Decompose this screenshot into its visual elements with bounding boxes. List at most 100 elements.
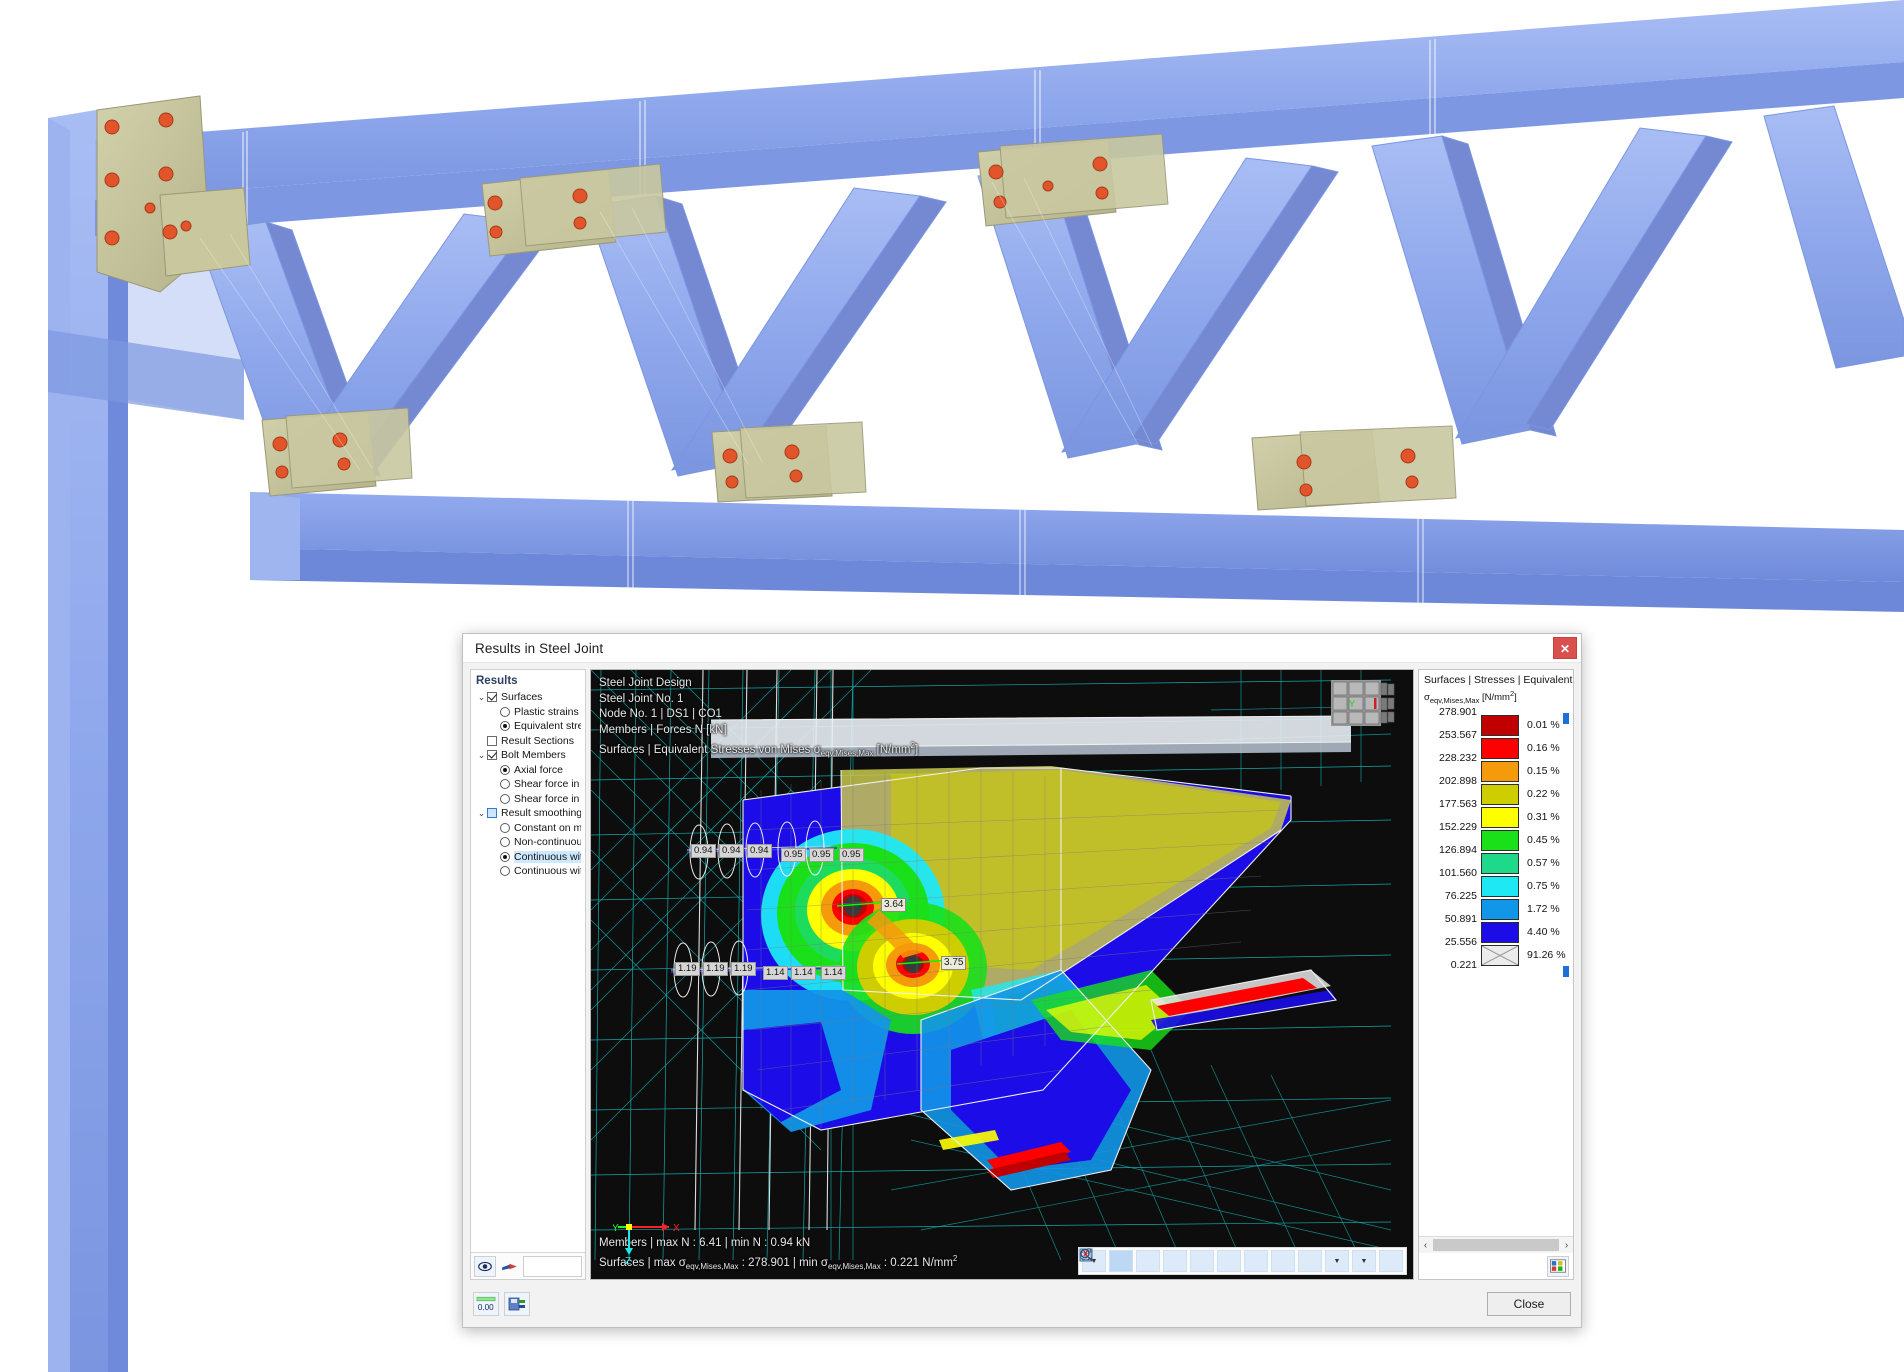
scroll-left-arrow-icon[interactable]: ‹ <box>1419 1240 1432 1251</box>
legend-percent: 0.45 % <box>1527 834 1560 847</box>
tree-item-axial-force[interactable]: Axial force <box>476 763 581 778</box>
tree-item-surfaces[interactable]: ⌄ Surfaces <box>476 690 581 705</box>
legend-swatch <box>1481 807 1519 829</box>
legend-swatch-empty <box>1481 945 1519 967</box>
radio-continuous-within-all[interactable] <box>500 866 510 877</box>
tree-item-bolt-members[interactable]: ⌄ Bolt Members <box>476 748 581 763</box>
navigation-cube[interactable]: -Y <box>1331 680 1395 728</box>
3d-results-viewport[interactable]: Steel Joint Design Steel Joint No. 1 Nod… <box>590 669 1414 1280</box>
legend-value: 76.225 <box>1444 890 1477 903</box>
legend-value: 202.898 <box>1439 775 1477 788</box>
view-y-button[interactable]: Y <box>1080 1249 1268 1272</box>
legend-value: 253.567 <box>1439 729 1477 742</box>
member-force-label: 0.94 <box>747 844 772 858</box>
legend-row-last: 0.221 <box>1419 959 1573 989</box>
legend-scale[interactable]: 278.901 0.01 % 253.567 0.16 % 228.232 0.… <box>1419 706 1573 1236</box>
sigma-symbol: σ <box>813 743 821 756</box>
view-x-button[interactable]: X <box>1080 1249 1241 1272</box>
radio-continuous-within-surfaces[interactable] <box>500 851 510 862</box>
tree-item-plastic-strains[interactable]: Plastic strains <box>476 705 581 720</box>
box-view-button[interactable]: ▼ <box>1080 1248 1376 1272</box>
legend-percent: 0.22 % <box>1527 788 1560 801</box>
tree-item-shear-force-1[interactable]: Shear force in directi… <box>476 777 581 792</box>
radio-equivalent-stress[interactable] <box>500 721 510 732</box>
member-force-label: 0.95 <box>839 848 864 862</box>
tree-item-label: Shear force in directi… <box>514 778 581 791</box>
checkbox-result-sections[interactable] <box>487 735 497 746</box>
legend-swatch <box>1481 853 1519 875</box>
save-view-icon[interactable] <box>504 1291 530 1316</box>
legend-unit-close: ] <box>1514 692 1517 704</box>
chevron-down-icon[interactable]: ⌄ <box>476 750 487 761</box>
surface-display-button[interactable] <box>1080 1248 1214 1272</box>
member-force-label: 0.94 <box>691 844 716 858</box>
view-iso-button[interactable]: Z <box>1081 1249 1322 1272</box>
member-force-label: 1.14 <box>791 966 816 980</box>
tree-item-result-smoothing[interactable]: ⌄ Result smoothing <box>476 806 581 821</box>
scroll-right-arrow-icon[interactable]: › <box>1560 1240 1573 1251</box>
results-tree-panel: Results ⌄ Surfaces Plastic strains Equiv… <box>470 669 586 1280</box>
legend-percent: 0.31 % <box>1527 811 1560 824</box>
tree-item-label: Constant on mesh el… <box>514 821 581 834</box>
tree-item-continuous-within-surfaces[interactable]: Continuous within su… <box>476 850 581 865</box>
svg-text:Z: Z <box>625 1256 631 1265</box>
tree-item-non-continuous[interactable]: Non-continuous <box>476 835 581 850</box>
wireframe-button[interactable] <box>1079 1248 1133 1272</box>
view-z-button[interactable]: Z <box>1080 1249 1295 1272</box>
radio-axial-force[interactable] <box>500 764 510 775</box>
close-button[interactable]: Close <box>1487 1291 1571 1316</box>
checkbox-surfaces[interactable] <box>487 692 497 703</box>
viewport-toolbar[interactable]: ▼ X <box>1078 1247 1407 1275</box>
chevron-down-icon[interactable]: ⌄ <box>476 808 487 819</box>
checkbox-bolt-members[interactable] <box>487 750 497 761</box>
radio-plastic-strains[interactable] <box>500 706 510 717</box>
tree-item-constant-on-mesh[interactable]: Constant on mesh el… <box>476 821 581 836</box>
footer-exponent: 2 <box>952 1254 958 1264</box>
legend-row: 76.225 1.72 % <box>1419 890 1573 921</box>
tree-item-continuous-within-all[interactable]: Continuous within all… <box>476 864 581 879</box>
legend-value: 228.232 <box>1439 752 1477 765</box>
support-display-button[interactable] <box>1081 1248 1160 1272</box>
legend-value: 278.901 <box>1439 706 1477 719</box>
legend-swatch <box>1481 784 1519 806</box>
tree-item-equivalent-stress[interactable]: Equivalent stress <box>476 719 581 734</box>
legend-value: 152.229 <box>1439 821 1477 834</box>
screen-root: Results in Steel Joint ✕ Results ⌄ Surfa… <box>0 0 1904 1372</box>
legend-percent: 0.16 % <box>1527 742 1560 755</box>
sigma-subscript: eqv,Mises,Max <box>820 749 874 759</box>
viewport-header-line-1: Steel Joint Design <box>599 677 692 689</box>
scroll-thumb[interactable] <box>1433 1239 1559 1251</box>
load-display-button[interactable] <box>1081 1248 1187 1272</box>
legend-row: 25.556 91.26 % <box>1419 936 1573 967</box>
numeric-values-button[interactable]: 0.00 <box>473 1291 499 1316</box>
eye-icon[interactable] <box>474 1255 496 1277</box>
legend-value: 50.891 <box>1444 913 1477 926</box>
legend-panel: Surfaces | Stresses | Equivalent St σeqv… <box>1418 669 1574 1280</box>
legend-title: Surfaces | Stresses | Equivalent St σeqv… <box>1419 670 1573 707</box>
radio-shear-force-1[interactable] <box>500 779 510 790</box>
tree-item-label: Continuous within all… <box>514 865 581 878</box>
member-force-label: 1.19 <box>703 962 728 976</box>
magnifier-icon[interactable] <box>1080 1248 1403 1272</box>
legend-percent: 0.57 % <box>1527 857 1560 870</box>
clipping-plane-icon[interactable] <box>498 1256 520 1277</box>
print-button[interactable]: ▼ <box>1080 1249 1349 1272</box>
checkbox-result-smoothing[interactable] <box>487 808 497 819</box>
radio-shear-force-2[interactable] <box>500 793 510 804</box>
chevron-down-icon[interactable]: ⌄ <box>476 692 487 703</box>
tree-footer-input[interactable] <box>523 1255 582 1277</box>
tree-item-shear-force-2[interactable]: Shear force in directi… <box>476 792 581 807</box>
legend-horizontal-scrollbar[interactable]: ‹ › <box>1419 1236 1573 1253</box>
sigma-subscript: eqv,Mises,Max <box>685 1262 739 1272</box>
tree-item-result-sections[interactable]: Result Sections <box>476 734 581 749</box>
radio-non-continuous[interactable] <box>500 837 510 848</box>
dialog-body: Results ⌄ Surfaces Plastic strains Equiv… <box>463 663 1581 1280</box>
radio-constant-on-mesh[interactable] <box>500 822 510 833</box>
close-icon[interactable]: ✕ <box>1553 637 1577 659</box>
member-force-label: 1.14 <box>763 966 788 980</box>
tree-item-label: Bolt Members <box>501 749 566 762</box>
legend-title-line1: Surfaces | Stresses | Equivalent St <box>1424 674 1573 686</box>
results-tree[interactable]: Results ⌄ Surfaces Plastic strains Equiv… <box>471 670 585 1252</box>
bolt-force-label: 3.64 <box>881 898 907 912</box>
legend-settings-icon[interactable] <box>1547 1255 1569 1277</box>
